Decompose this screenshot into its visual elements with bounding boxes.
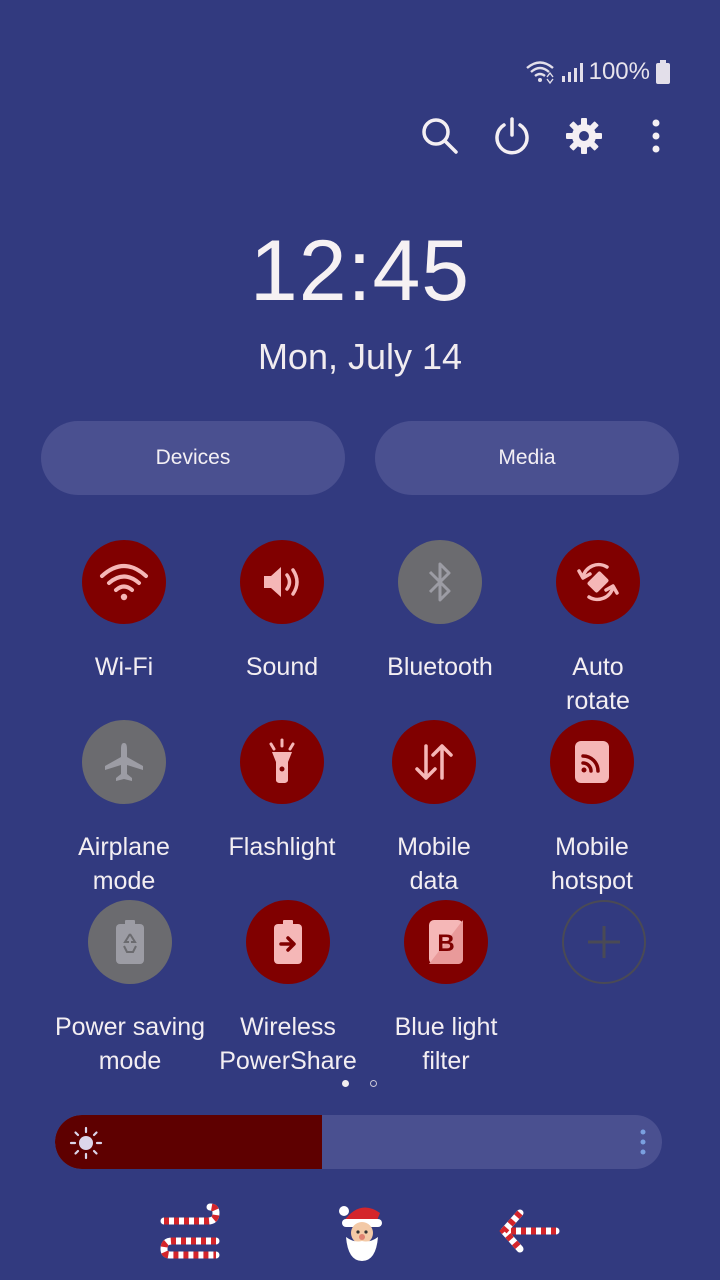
bluetooth-icon (428, 562, 451, 602)
signal-icon (561, 63, 583, 82)
settings-button[interactable] (560, 112, 608, 160)
add-tile-button[interactable] (562, 900, 646, 984)
tile-wifi-toggle[interactable] (82, 540, 166, 624)
candy-cane-arrow-icon[interactable] (496, 1199, 560, 1263)
tile-airplane-mode[interactable]: Airplane mode (44, 720, 204, 898)
page-indicator[interactable] (342, 1080, 377, 1087)
status-bar: 100% (525, 56, 670, 88)
tile-mobile-data-toggle[interactable] (392, 720, 476, 804)
tile-mobile-hotspot-toggle[interactable] (550, 720, 634, 804)
tile-blue-light-filter-toggle[interactable]: B (404, 900, 488, 984)
search-button[interactable] (416, 112, 464, 160)
tile-mobile-data[interactable]: Mobile data (354, 720, 514, 898)
page-dot[interactable] (370, 1080, 377, 1087)
tile-sound-toggle[interactable] (240, 540, 324, 624)
tile-label: Wi-Fi (94, 653, 154, 681)
tile-label: Auto rotate (566, 653, 630, 715)
tile-label: Wireless PowerShare (219, 1013, 357, 1075)
tile-label: Mobile data (397, 833, 471, 895)
tile-blue-light-filter[interactable]: B Blue light filter (366, 900, 526, 1078)
tile-bluetooth-toggle[interactable] (398, 540, 482, 624)
page-dot-active[interactable] (342, 1080, 349, 1087)
santa-icon[interactable] (330, 1199, 394, 1263)
volume-icon (264, 567, 299, 597)
sun-icon (69, 1126, 103, 1160)
tile-wireless-powershare[interactable]: Wireless PowerShare (208, 900, 368, 1078)
svg-text:B: B (437, 930, 454, 957)
tile-bluetooth[interactable]: Bluetooth (360, 540, 520, 684)
battery-icon (656, 60, 670, 84)
power-button[interactable] (488, 112, 536, 160)
tile-wifi[interactable]: Wi-Fi (44, 540, 204, 684)
power-icon (495, 117, 529, 155)
airplane-icon (105, 743, 143, 781)
more-vertical-icon (652, 119, 660, 153)
rotate-icon (577, 562, 619, 602)
brightness-more-icon[interactable] (640, 1129, 646, 1155)
tile-airplane-toggle[interactable] (82, 720, 166, 804)
hotspot-icon (575, 741, 609, 783)
tile-label: Sound (245, 653, 319, 681)
tile-flashlight[interactable]: Flashlight (202, 720, 362, 864)
tile-auto-rotate-toggle[interactable] (556, 540, 640, 624)
tile-label: Blue light filter (394, 1013, 498, 1075)
tile-label: Mobile hotspot (550, 833, 633, 895)
more-options-button[interactable] (632, 112, 680, 160)
clock-date[interactable]: Mon, July 14 (0, 336, 720, 378)
tile-wireless-powershare-toggle[interactable] (246, 900, 330, 984)
media-button[interactable]: Media (375, 421, 679, 495)
clock-time[interactable]: 12:45 (0, 222, 720, 321)
tile-power-saving[interactable]: Power saving mode (50, 900, 210, 1078)
wireless-powershare-icon (274, 920, 302, 964)
flashlight-icon (269, 738, 295, 783)
tile-add[interactable] (524, 900, 684, 984)
brightness-slider[interactable] (55, 1115, 662, 1169)
devices-button[interactable]: Devices (41, 421, 345, 495)
tile-power-saving-toggle[interactable] (88, 900, 172, 984)
tile-label: Bluetooth (387, 653, 493, 681)
battery-percentage: 100% (588, 58, 650, 85)
candy-cane-icon[interactable] (158, 1199, 222, 1263)
search-icon (422, 118, 458, 154)
gear-icon (566, 118, 602, 154)
tile-flashlight-toggle[interactable] (240, 720, 324, 804)
blue-light-filter-icon: B (429, 920, 463, 964)
power-saving-icon (116, 920, 144, 964)
wifi-icon (100, 564, 148, 601)
wifi-status-icon (525, 61, 554, 85)
tile-label: Power saving mode (54, 1013, 206, 1075)
tile-label: Flashlight (228, 833, 336, 861)
tile-label: Airplane mode (78, 833, 170, 895)
tile-sound[interactable]: Sound (202, 540, 362, 684)
tile-mobile-hotspot[interactable]: Mobile hotspot (512, 720, 672, 898)
add-icon (588, 926, 620, 958)
tile-auto-rotate[interactable]: Auto rotate (518, 540, 678, 718)
mobile-data-icon (415, 744, 453, 780)
